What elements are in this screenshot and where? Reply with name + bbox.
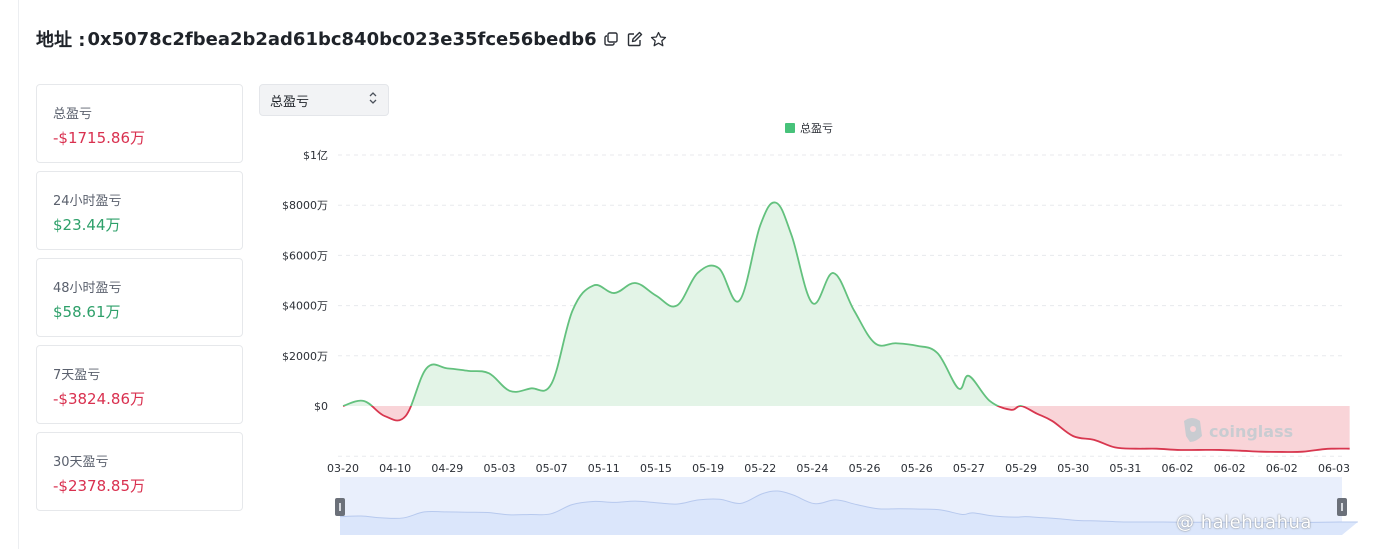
chart-legend: 总盈亏 [785, 121, 833, 135]
x-tick-label: 05-22 [744, 462, 776, 475]
y-tick-label: $0 [314, 400, 328, 413]
legend-item: 总盈亏 [800, 121, 833, 135]
x-tick-label: 05-07 [536, 462, 568, 475]
x-tick-label: 05-31 [1109, 462, 1141, 475]
x-tick-label: 06-03 [1318, 462, 1350, 475]
x-tick-label: 05-03 [483, 462, 515, 475]
x-tick-label: 05-19 [692, 462, 724, 475]
x-tick-label: 05-27 [953, 462, 985, 475]
x-tick-label: 05-30 [1057, 462, 1089, 475]
x-tick-label: 05-26 [849, 462, 881, 475]
chart-areas [342, 201, 1350, 453]
x-tick-label: 04-29 [431, 462, 463, 475]
y-tick-label: $4000万 [282, 300, 328, 313]
x-tick-label: 06-02 [1266, 462, 1298, 475]
x-tick-label: 06-02 [1214, 462, 1246, 475]
x-tick-label: 06-02 [1162, 462, 1194, 475]
slider-handle-grip [1341, 503, 1343, 511]
y-tick-label: $8000万 [282, 199, 328, 212]
x-tick-label: 05-15 [640, 462, 672, 475]
y-axis: $0 $2000万 $4000万 $6000万 $8000万 $1亿 [282, 149, 328, 413]
pnl-chart: 总盈亏 $0 $2000万 $4000万 $6000万 $8000万 $1亿 coingl… [0, 0, 1374, 549]
x-tick-label: 05-26 [901, 462, 933, 475]
x-tick-label: 04-10 [379, 462, 411, 475]
y-tick-label: $1亿 [303, 149, 328, 162]
x-axis: 03-20 04-10 04-29 05-03 05-07 05-11 05-15 05-19… [327, 462, 1350, 475]
y-tick-label: $6000万 [282, 249, 328, 262]
slider-handle-grip [339, 503, 341, 511]
x-tick-label: 03-20 [327, 462, 359, 475]
watermark-text: coinglass [1209, 422, 1293, 441]
x-tick-label: 05-11 [588, 462, 620, 475]
y-tick-label: $2000万 [282, 350, 328, 363]
x-tick-label: 05-24 [796, 462, 828, 475]
pnl-chart-svg: 总盈亏 $0 $2000万 $4000万 $6000万 $8000万 $1亿 coingl… [282, 121, 1358, 535]
author-watermark: @ halehuahua [1176, 512, 1312, 533]
legend-swatch [785, 123, 795, 133]
x-tick-label: 05-29 [1005, 462, 1037, 475]
